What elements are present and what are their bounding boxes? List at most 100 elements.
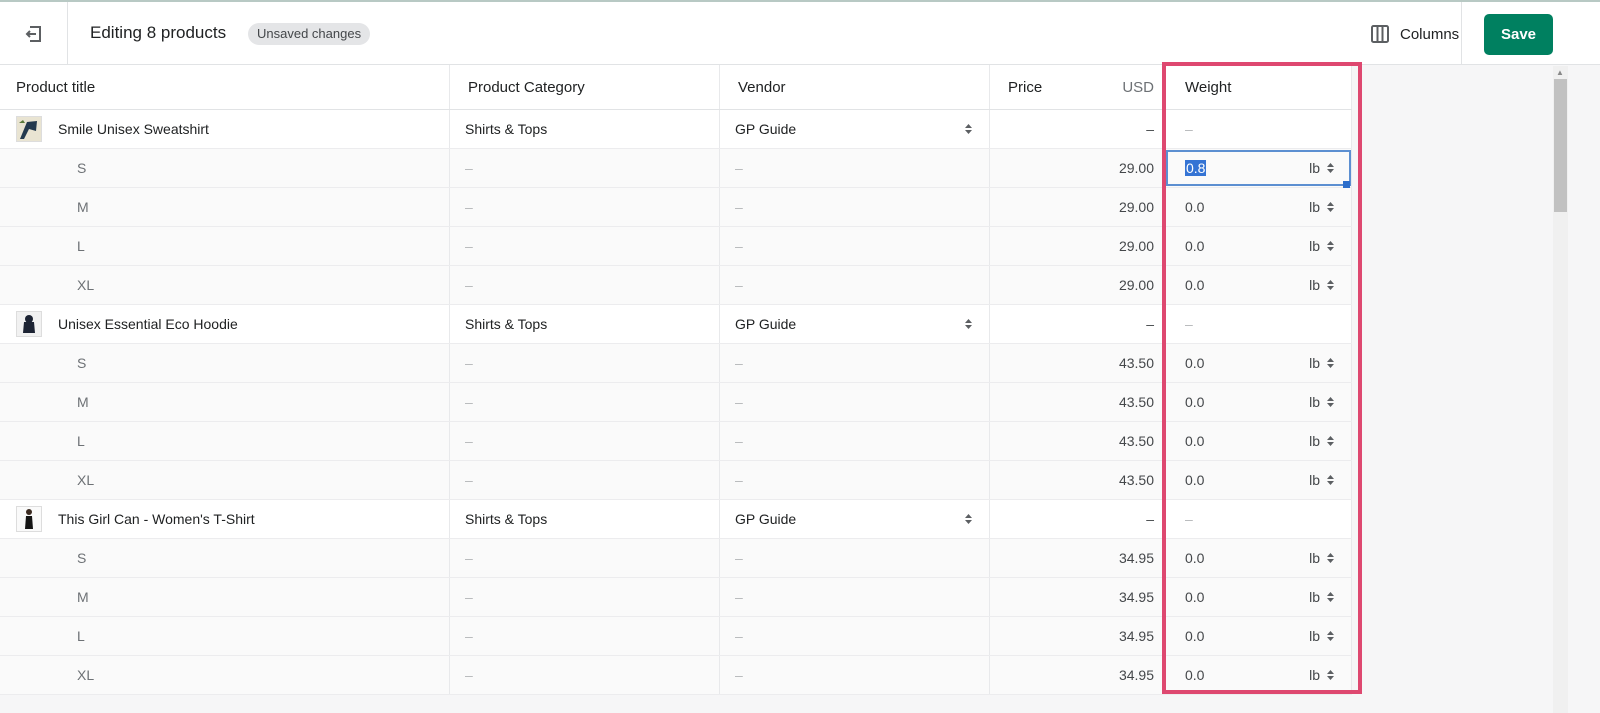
vendor-cell: –: [720, 344, 990, 382]
empty-value: –: [465, 199, 473, 215]
weight-unit-select[interactable]: lb: [1309, 238, 1335, 254]
vendor-cell: –: [720, 422, 990, 460]
fill-handle[interactable]: [1343, 181, 1350, 188]
price-value: 29.00: [1118, 277, 1154, 293]
bulk-edit-table: Product title Product Category Vendor Pr…: [0, 65, 1352, 695]
price-value: 34.95: [1118, 550, 1154, 566]
vendor-select[interactable]: GP Guide: [720, 500, 990, 538]
empty-value: –: [465, 589, 473, 605]
vendor-select[interactable]: GP Guide: [720, 110, 990, 148]
weight-unit-select[interactable]: lb: [1309, 277, 1335, 293]
column-header-title[interactable]: Product title: [0, 65, 450, 109]
weight-value: 0.8: [1185, 160, 1207, 176]
price-input[interactable]: 43.50: [990, 422, 1165, 460]
unit-label: lb: [1309, 550, 1320, 566]
weight-unit-select[interactable]: lb: [1309, 667, 1335, 683]
variant-name: L: [77, 628, 85, 644]
weight-unit-select[interactable]: lb: [1309, 628, 1335, 644]
divider: [1461, 2, 1462, 65]
price-input[interactable]: 29.00: [990, 227, 1165, 265]
weight-input[interactable]: 0.0 lb: [1165, 422, 1352, 460]
weight-input[interactable]: 0.8 lb: [1165, 149, 1352, 188]
price-value: 43.50: [1118, 472, 1154, 488]
weight-input[interactable]: 0.0 lb: [1165, 383, 1352, 421]
product-category-cell[interactable]: Shirts & Tops: [450, 500, 720, 538]
stepper-icon: [1327, 475, 1334, 485]
unit-label: lb: [1309, 277, 1320, 293]
weight-input[interactable]: 0.0 lb: [1165, 617, 1352, 655]
columns-button[interactable]: Columns: [1370, 20, 1459, 48]
price-input[interactable]: 34.95: [990, 578, 1165, 616]
price-input[interactable]: 29.00: [990, 266, 1165, 304]
weight-input[interactable]: 0.0 lb: [1165, 578, 1352, 616]
column-header-category[interactable]: Product Category: [450, 65, 720, 109]
price-input[interactable]: 34.95: [990, 539, 1165, 577]
product-category-cell[interactable]: Shirts & Tops: [450, 110, 720, 148]
category-cell: –: [450, 617, 720, 655]
weight-unit-select[interactable]: lb: [1309, 355, 1335, 371]
stepper-icon: [1327, 358, 1334, 368]
empty-value: –: [465, 394, 473, 410]
product-title-cell[interactable]: Smile Unisex Sweatshirt: [0, 110, 450, 148]
category-cell: –: [450, 266, 720, 304]
vendor-select[interactable]: GP Guide: [720, 305, 990, 343]
weight-input[interactable]: 0.0 lb: [1165, 188, 1352, 226]
unit-label: lb: [1309, 394, 1320, 410]
price-value: 43.50: [1118, 433, 1154, 449]
vendor-cell: –: [720, 227, 990, 265]
empty-value: –: [1146, 316, 1154, 332]
weight-input[interactable]: 0.0 lb: [1165, 227, 1352, 265]
price-input[interactable]: 34.95: [990, 656, 1165, 694]
variant-row: M – – 29.00 0.0 lb: [0, 188, 1352, 227]
price-input[interactable]: 29.00: [990, 149, 1165, 187]
weight-unit-select[interactable]: lb: [1309, 550, 1335, 566]
scroll-up-arrow-icon[interactable]: ▲: [1556, 68, 1564, 77]
weight-value: 0.0: [1185, 667, 1205, 683]
weight-unit-select[interactable]: lb: [1309, 199, 1335, 215]
price-input[interactable]: 43.50: [990, 461, 1165, 499]
stepper-icon: [965, 514, 972, 524]
price-input[interactable]: 29.00: [990, 188, 1165, 226]
save-button[interactable]: Save: [1484, 14, 1553, 55]
weight-unit-select[interactable]: lb: [1309, 433, 1335, 449]
column-header-weight[interactable]: Weight: [1165, 65, 1352, 109]
product-row: Smile Unisex Sweatshirt Shirts & Tops GP…: [0, 110, 1352, 149]
product-row: This Girl Can - Women's T-Shirt Shirts &…: [0, 500, 1352, 539]
variant-name: XL: [77, 277, 95, 293]
variant-name-cell: L: [0, 227, 450, 265]
variant-name: S: [77, 160, 87, 176]
column-header-vendor[interactable]: Vendor: [720, 65, 990, 109]
exit-button[interactable]: [0, 2, 68, 65]
product-thumbnail: [16, 506, 42, 532]
price-value: 29.00: [1118, 238, 1154, 254]
weight-value: 0.0: [1185, 589, 1205, 605]
column-header-price[interactable]: Price USD: [990, 65, 1165, 109]
price-input[interactable]: 34.95: [990, 617, 1165, 655]
scrollbar-thumb[interactable]: [1554, 79, 1567, 212]
weight-input[interactable]: 0.0 lb: [1165, 656, 1352, 694]
product-title-cell[interactable]: Unisex Essential Eco Hoodie: [0, 305, 450, 343]
weight-input[interactable]: 0.0 lb: [1165, 344, 1352, 382]
price-input[interactable]: 43.50: [990, 383, 1165, 421]
unit-label: lb: [1309, 433, 1320, 449]
empty-value: –: [465, 277, 473, 293]
unit-label: lb: [1309, 199, 1320, 215]
product-title-cell[interactable]: This Girl Can - Women's T-Shirt: [0, 500, 450, 538]
weight-unit-select[interactable]: lb: [1309, 394, 1335, 410]
unit-label: lb: [1309, 355, 1320, 371]
stepper-icon: [965, 319, 972, 329]
product-category-cell[interactable]: Shirts & Tops: [450, 305, 720, 343]
variant-name: M: [77, 589, 89, 605]
stepper-icon: [965, 124, 972, 134]
weight-unit-select[interactable]: lb: [1309, 160, 1335, 176]
product-title: Unisex Essential Eco Hoodie: [58, 316, 238, 332]
category-cell: –: [450, 461, 720, 499]
weight-input[interactable]: 0.0 lb: [1165, 539, 1352, 577]
weight-unit-select[interactable]: lb: [1309, 589, 1335, 605]
weight-unit-select[interactable]: lb: [1309, 472, 1335, 488]
weight-input[interactable]: 0.0 lb: [1165, 266, 1352, 304]
price-input[interactable]: 43.50: [990, 344, 1165, 382]
empty-value: –: [1185, 511, 1193, 527]
weight-input[interactable]: 0.0 lb: [1165, 461, 1352, 499]
currency-label: USD: [1122, 78, 1154, 96]
